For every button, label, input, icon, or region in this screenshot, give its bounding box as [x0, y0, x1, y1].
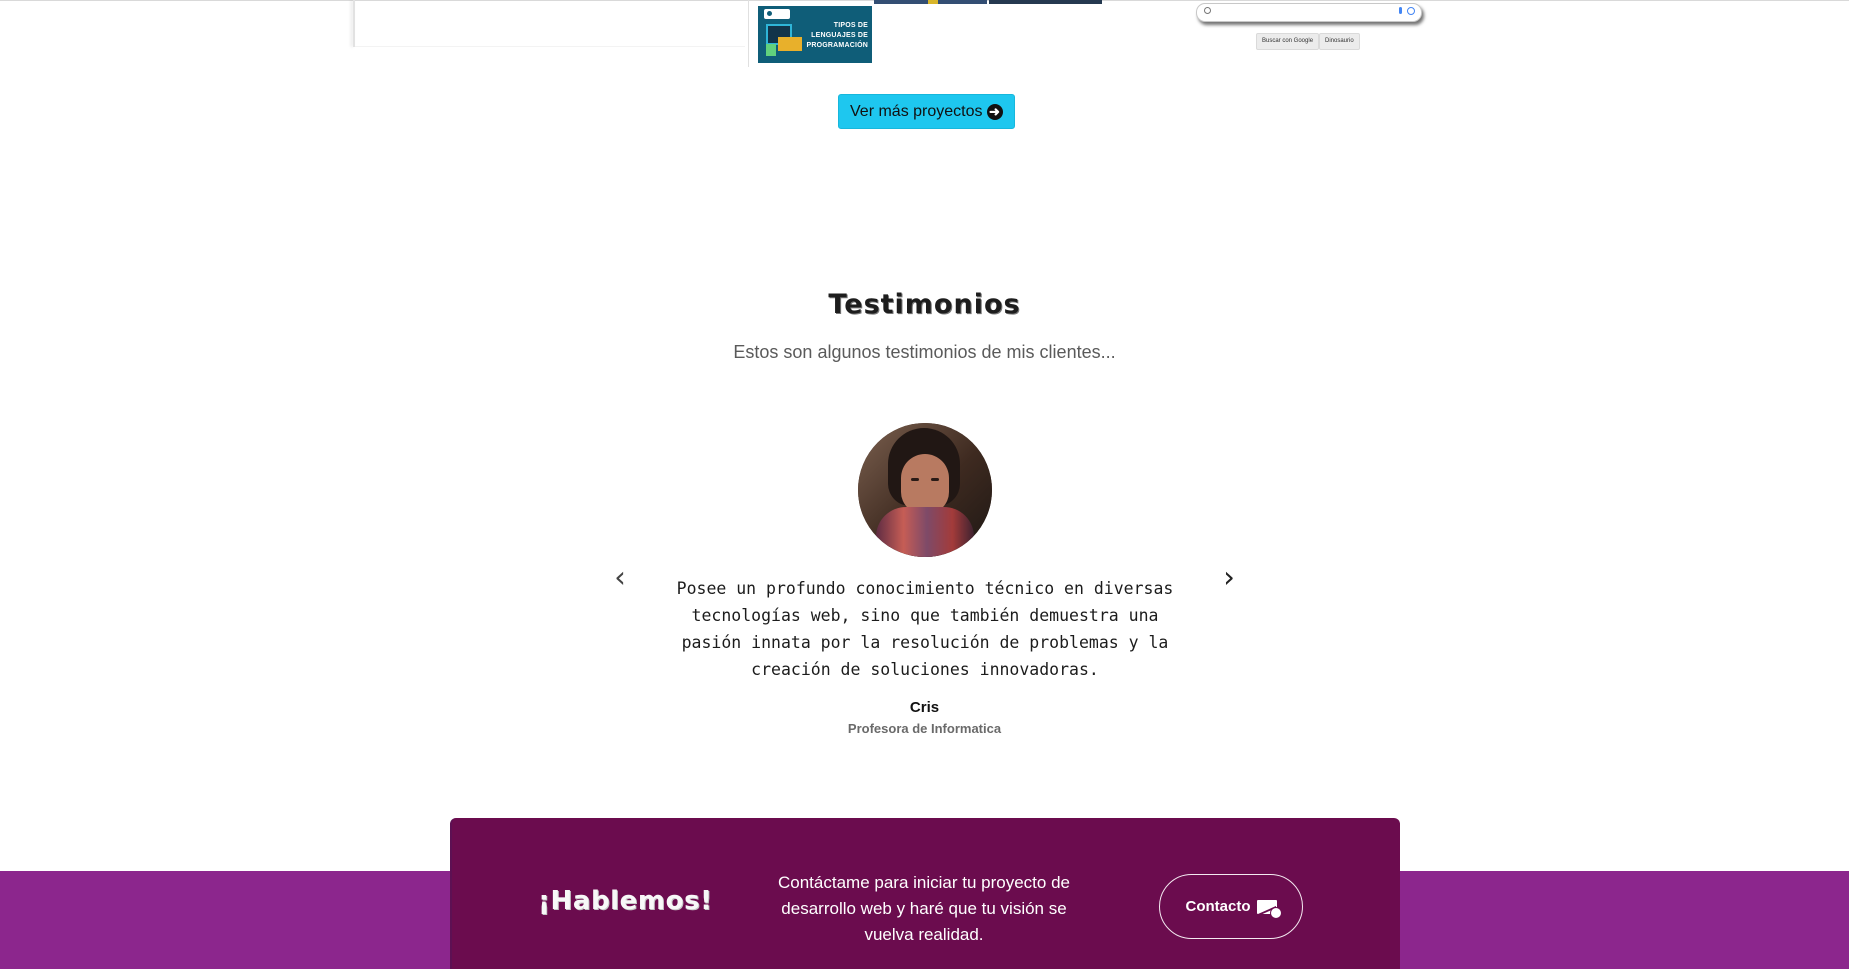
- arrow-right-circle-icon: ➜: [986, 103, 1003, 120]
- testimonials-subtitle: Estos son algunos testimonios de mis cli…: [733, 342, 1116, 362]
- microphone-icon: [1399, 7, 1402, 14]
- check-icon: [1269, 906, 1282, 919]
- project-thumbnail-strip[interactable]: [874, 0, 987, 4]
- mini-search-preview: [1196, 3, 1422, 22]
- more-projects-label: Ver más proyectos: [850, 102, 983, 120]
- search-icon: [1204, 7, 1211, 14]
- thumbnail-laptop-icon: [778, 37, 802, 51]
- more-projects-button[interactable]: Ver más proyectos ➜: [838, 94, 1015, 129]
- chevron-right-icon[interactable]: ›: [1215, 561, 1243, 593]
- mini-google-button: Buscar con Google: [1256, 33, 1320, 50]
- project-thumbnail-strip[interactable]: [989, 0, 1102, 4]
- thumbnail-logo: [764, 9, 790, 19]
- chevron-left-icon[interactable]: ‹: [606, 561, 634, 593]
- lens-icon: [1407, 7, 1415, 15]
- project-card-bottom: [355, 46, 745, 47]
- thumbnail-title: TIPOS DE LENGUAJES DE PROGRAMACIÓN: [806, 22, 868, 49]
- project-thumbnail[interactable]: TIPOS DE LENGUAJES DE PROGRAMACIÓN: [758, 6, 872, 63]
- avatar: [858, 423, 992, 557]
- project-preview-gallery: TIPOS DE LENGUAJES DE PROGRAMACIÓN: [748, 0, 1209, 67]
- contact-description: Contáctame para iniciar tu proyecto de d…: [778, 873, 1070, 944]
- project-card-edge: [353, 0, 355, 47]
- thumbnail-phone-icon: [766, 44, 776, 56]
- mini-dino-button: Dinosaurio: [1319, 33, 1360, 50]
- testimonial-role: Profesora de Informatica: [847, 721, 1002, 736]
- contact-title: ¡Hablemos!: [538, 886, 713, 916]
- contact-button-label: Contacto: [1185, 898, 1251, 915]
- testimonials-title: Testimonios: [828, 289, 1021, 321]
- mail-check-icon: [1256, 899, 1282, 919]
- testimonial-quote: Posee un profundo conocimiento técnico e…: [676, 579, 1174, 679]
- contact-cta-box: ¡Hablemos! Contáctame para iniciar tu pr…: [450, 818, 1400, 969]
- testimonial-name: Cris: [909, 699, 940, 716]
- contact-button[interactable]: Contacto: [1159, 874, 1303, 939]
